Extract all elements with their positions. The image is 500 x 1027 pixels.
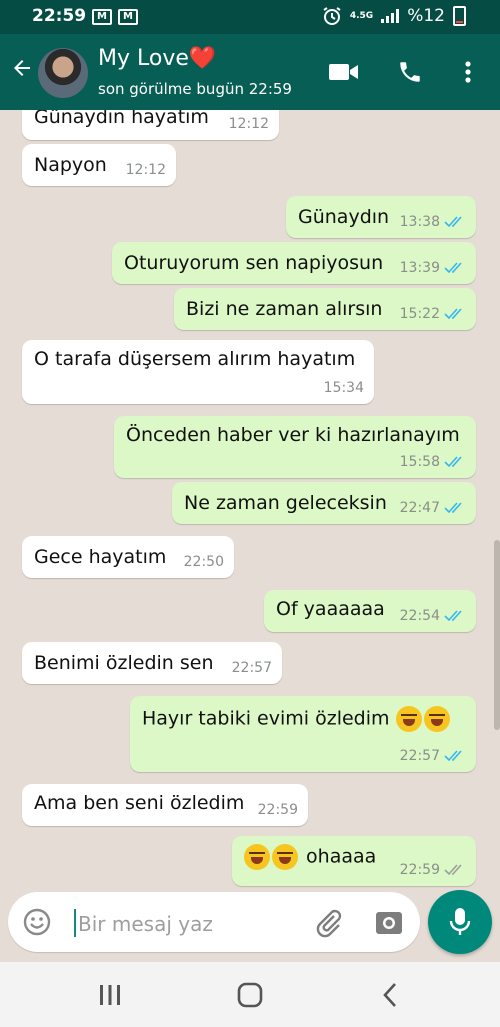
rofl-emoji-icon	[244, 844, 270, 870]
message-list[interactable]: Günaydın hayatım 12:12 Napyon 12:12 Güna…	[0, 110, 500, 895]
message-incoming[interactable]: Ama ben seni özledim 22:59	[22, 784, 308, 826]
message-outgoing[interactable]: Önceden haber ver ki hazırlanayım 15:58	[114, 416, 476, 478]
gmail-icon: M	[92, 9, 112, 25]
home-icon[interactable]	[234, 980, 266, 1010]
message-outgoing[interactable]: Bizi ne zaman alırsın 15:22	[174, 288, 476, 330]
read-ticks-icon	[444, 456, 462, 468]
message-incoming[interactable]: Günaydın hayatım 12:12	[22, 110, 279, 140]
message-composer[interactable]: Bir mesaj yaz	[8, 892, 420, 952]
mic-button[interactable]	[428, 890, 492, 954]
clock: 22:59	[32, 6, 87, 26]
chat-header: My Love❤️ son görülme bugün 22:59	[0, 34, 500, 110]
more-options-icon[interactable]	[452, 56, 484, 88]
signal-icon	[381, 9, 400, 23]
rofl-emoji-icon	[272, 844, 298, 870]
avatar[interactable]	[38, 48, 88, 98]
back-arrow-icon[interactable]	[10, 56, 34, 85]
status-bar: 22:59 M M 4.5G %12	[0, 0, 500, 34]
voice-call-icon[interactable]	[394, 56, 426, 88]
rofl-emoji-icon	[423, 706, 450, 732]
last-seen-status: son görülme bugün 22:59	[98, 80, 292, 98]
read-ticks-icon	[444, 750, 462, 762]
message-incoming[interactable]: Gece hayatım 22:50	[22, 536, 234, 578]
message-incoming[interactable]: Benimi özledin sen 22:57	[22, 642, 282, 684]
read-ticks-icon	[444, 610, 462, 622]
message-input[interactable]: Bir mesaj yaz	[78, 912, 213, 936]
emoji-icon[interactable]	[22, 907, 52, 937]
video-call-icon[interactable]	[328, 56, 360, 88]
text-cursor	[74, 909, 76, 937]
alarm-icon	[323, 7, 341, 25]
read-ticks-icon	[444, 308, 462, 320]
read-ticks-icon	[444, 502, 462, 514]
message-outgoing[interactable]: Günaydın 13:38	[286, 196, 476, 238]
network-type: 4.5G	[349, 10, 374, 21]
read-ticks-icon	[444, 216, 462, 228]
rofl-emoji-icon	[395, 706, 422, 732]
message-outgoing[interactable]: Oturuyorum sen napiyosun 13:39	[112, 242, 476, 284]
contact-name[interactable]: My Love❤️	[98, 46, 216, 71]
message-outgoing[interactable]: Hayır tabiki evimi özledim 22:57	[130, 696, 476, 772]
attach-icon[interactable]	[314, 908, 344, 938]
delivered-ticks-icon	[444, 864, 462, 876]
message-outgoing[interactable]: ohaaaa 22:59	[232, 836, 476, 886]
message-incoming[interactable]: Napyon 12:12	[22, 144, 176, 186]
battery-icon	[453, 6, 466, 26]
battery-percent: %12	[407, 6, 445, 26]
recent-apps-icon[interactable]	[94, 980, 126, 1010]
mic-icon	[449, 908, 471, 935]
message-outgoing[interactable]: Ne zaman geleceksin 22:47	[172, 482, 476, 524]
system-nav-bar	[0, 962, 500, 1027]
gmail-icon: M	[118, 9, 138, 25]
camera-icon[interactable]	[374, 908, 404, 938]
scrollbar-thumb[interactable]	[494, 540, 500, 730]
message-incoming[interactable]: O tarafa düşersem alırım hayatım 15:34	[22, 340, 374, 404]
back-nav-icon[interactable]	[374, 980, 406, 1010]
message-outgoing[interactable]: Of yaaaaaa 22:54	[264, 590, 476, 632]
read-ticks-icon	[444, 262, 462, 274]
